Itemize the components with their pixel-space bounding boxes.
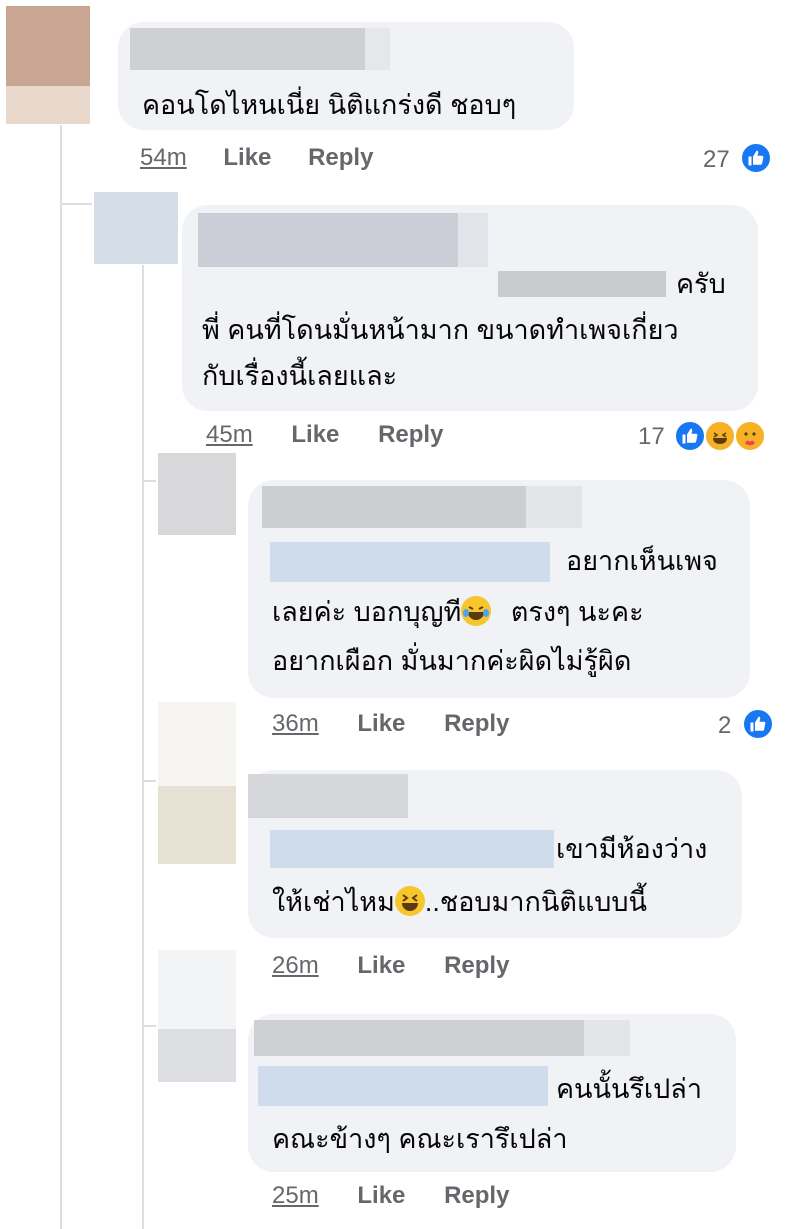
author-name-redacted[interactable]: [248, 774, 408, 818]
comment-actions: 26m Like Reply: [272, 952, 509, 980]
avatar[interactable]: [94, 192, 178, 264]
mention-redacted[interactable]: [498, 271, 666, 297]
comment-text-part: ..ชอบมากนิติแบบนี้: [424, 887, 647, 917]
comment-text: อยากเผือก มั่นมากค่ะผิดไม่รู้ผิด: [272, 646, 632, 676]
like-reaction-icon: [674, 420, 706, 452]
comment-time-link[interactable]: 36m: [272, 710, 319, 737]
comment-text: คอนโดไหนเนี่ย นิติแกร่งดี ชอบๆ: [142, 90, 517, 120]
comment-time-link[interactable]: 25m: [272, 1182, 319, 1209]
thread-line: [60, 205, 62, 1229]
thread-line: [142, 265, 144, 1229]
mention-redacted[interactable]: [270, 542, 550, 582]
thread-line: [60, 203, 92, 205]
comment-text: คณะข้างๆ คณะเรารึเปล่า: [272, 1124, 568, 1154]
thread-line: [142, 780, 156, 782]
mention-redacted[interactable]: [270, 830, 554, 868]
author-name-redacted[interactable]: [262, 486, 582, 528]
author-name-redacted[interactable]: [130, 28, 390, 70]
comment-text: ครับ: [676, 269, 726, 299]
comment-bubble: อยากเห็นเพจ เลยค่ะ บอกบุญที ตรงๆ นะคะ อย…: [248, 480, 750, 698]
mention-redacted[interactable]: [258, 1066, 548, 1106]
comment-text: คนนั้นรึเปล่า: [556, 1074, 703, 1104]
like-button[interactable]: Like: [291, 421, 339, 448]
avatar[interactable]: [158, 702, 236, 864]
haha-reaction-icon: [704, 420, 736, 452]
comment-actions: 36m Like Reply: [272, 710, 509, 738]
reaction-count[interactable]: 17: [638, 423, 665, 451]
comment-text-part: ตรงๆ นะคะ: [510, 597, 644, 627]
comment-bubble: คนนั้นรึเปล่า คณะข้างๆ คณะเรารึเปล่า: [248, 1014, 736, 1172]
like-button[interactable]: Like: [357, 952, 405, 979]
care-reaction-icon: [734, 420, 766, 452]
comment-bubble: ครับ พี่ คนที่โดนมั่นหน้ามาก ขนาดทำเพจเก…: [182, 205, 758, 411]
comment-text: กับเรื่องนี้เลยและ: [202, 361, 398, 391]
reaction-count[interactable]: 27: [703, 146, 730, 174]
thread-line: [142, 480, 156, 482]
comment-actions: 45m Like Reply: [206, 421, 443, 449]
avatar[interactable]: [6, 6, 90, 124]
like-reaction-icon: [742, 708, 774, 740]
comment-time-link[interactable]: 54m: [140, 144, 187, 171]
author-name-redacted[interactable]: [254, 1020, 630, 1056]
comment-bubble: เขามีห้องว่าง ให้เช่าไหม ..ชอบมากนิติแบบน…: [248, 770, 742, 938]
like-button[interactable]: Like: [357, 1182, 405, 1209]
comment-time-link[interactable]: 26m: [272, 952, 319, 979]
comment-text: ให้เช่าไหม ..ชอบมากนิติแบบนี้: [272, 886, 647, 917]
reply-button[interactable]: Reply: [444, 1182, 509, 1209]
thread-line: [142, 1025, 156, 1027]
thread-line: [60, 125, 62, 205]
reply-button[interactable]: Reply: [308, 144, 373, 171]
grin-squint-emoji: [394, 886, 425, 916]
comment-text-part: ให้เช่าไหม: [272, 887, 395, 917]
comment-text-part: เลยค่ะ บอกบุญที: [272, 597, 462, 627]
comment-text: เขามีห้องว่าง: [556, 834, 708, 864]
reply-button[interactable]: Reply: [444, 710, 509, 737]
avatar[interactable]: [158, 453, 236, 535]
reply-button[interactable]: Reply: [444, 952, 509, 979]
reaction-count[interactable]: 2: [718, 712, 731, 740]
laugh-tears-emoji: [461, 596, 492, 626]
like-button[interactable]: Like: [223, 144, 271, 171]
comment-text: พี่ คนที่โดนมั่นหน้ามาก ขนาดทำเพจเกี่ยว: [202, 315, 679, 345]
comment-bubble: คอนโดไหนเนี่ย นิติแกร่งดี ชอบๆ: [118, 22, 574, 130]
author-name-redacted[interactable]: [198, 213, 488, 267]
reply-button[interactable]: Reply: [378, 421, 443, 448]
comment-actions: 25m Like Reply: [272, 1182, 509, 1210]
comment-text: เลยค่ะ บอกบุญที ตรงๆ นะคะ: [272, 596, 644, 627]
comment-actions: 54m Like Reply: [140, 144, 373, 172]
avatar[interactable]: [158, 950, 236, 1082]
comment-text: อยากเห็นเพจ: [566, 546, 718, 576]
comment-time-link[interactable]: 45m: [206, 421, 253, 448]
like-button[interactable]: Like: [357, 710, 405, 737]
like-reaction-icon: [740, 142, 772, 174]
